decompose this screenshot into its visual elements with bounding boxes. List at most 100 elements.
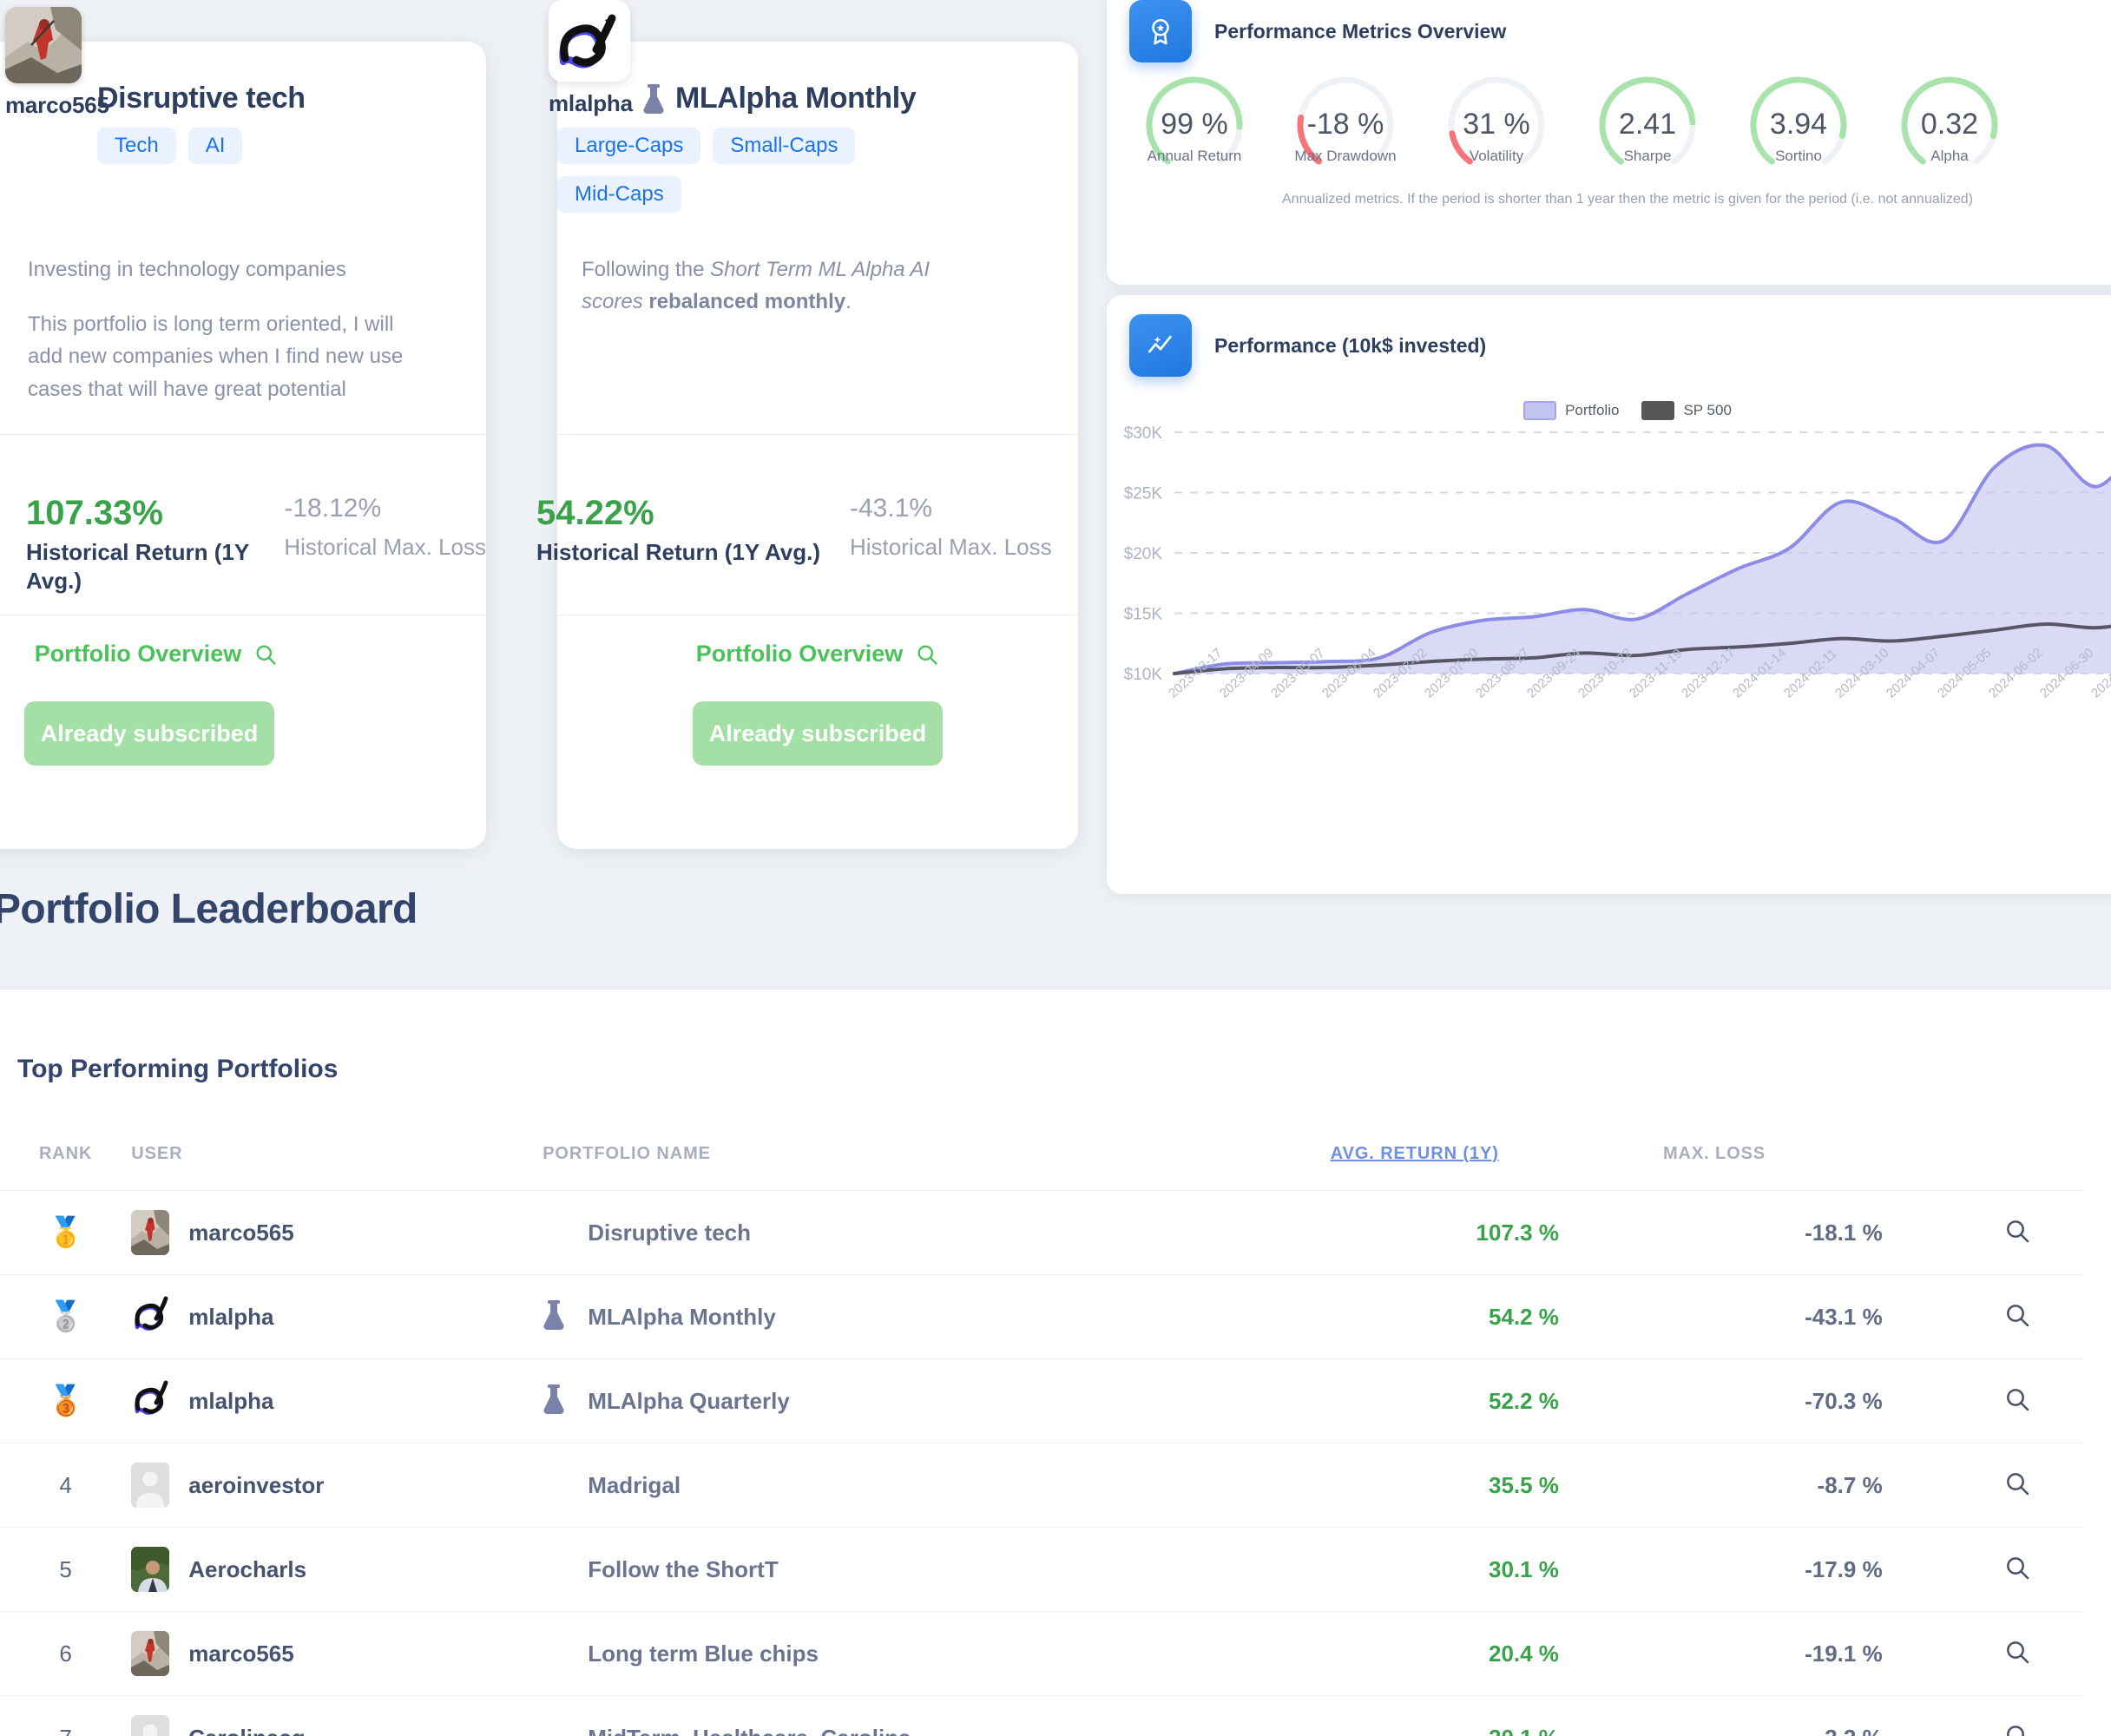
avg-return-value: 107.3 % [1476, 1219, 1559, 1246]
search-icon[interactable] [2003, 1556, 2031, 1585]
cell-user[interactable]: mlalpha [131, 1274, 543, 1359]
desc-pre: Following the [582, 258, 711, 281]
search-icon[interactable] [2003, 1304, 2031, 1332]
tag-small-caps[interactable]: Small-Caps [713, 128, 856, 164]
cell-user[interactable]: marco565 [131, 1190, 543, 1275]
tag-tech[interactable]: Tech [97, 128, 176, 164]
max-loss-value: -19.1 % [1805, 1640, 1883, 1667]
svg-text:$20K: $20K [1124, 545, 1163, 563]
portfolio-overview-link[interactable]: Portfolio Overview [0, 641, 312, 667]
max-loss-value: -8.7 % [1817, 1471, 1883, 1498]
cell-user[interactable]: Aerocharls [131, 1527, 543, 1612]
cell-max-loss: -19.1 % [1662, 1611, 1952, 1696]
cell-portfolio-name[interactable]: MidTerm_Healthcare_Carolina [543, 1695, 1331, 1736]
divider-top [0, 434, 486, 435]
card-tags: Large-Caps Small-Caps Mid-Caps [557, 128, 974, 213]
chart-canvas: $10K $15K $20K $25K $30K [1124, 424, 2111, 684]
cell-portfolio-name[interactable]: Long term Blue chips [543, 1611, 1331, 1696]
cell-rank: 6 [0, 1611, 132, 1696]
avg-return-value: 30.1 % [1488, 1555, 1559, 1582]
cell-actions[interactable] [1951, 1274, 2083, 1359]
portfolio-card-disruptive-tech[interactable]: marco565 Disruptive tech Tech AI Investi… [0, 7, 486, 849]
table-row[interactable]: 🥉 mlalpha MLAlpha Quarterly 52.2 % -70.3 % [0, 1358, 2083, 1443]
cell-actions[interactable] [1951, 1443, 2083, 1528]
cell-portfolio-name[interactable]: Disruptive tech [543, 1190, 1331, 1275]
chart-x-axis-labels: 2023-03-17 2023-04-09 2023-05-07 2023-06-04… [1166, 646, 2111, 794]
table-row[interactable]: 6 marco565 Long term Blue chips 20.4 % -19.1… [0, 1611, 2083, 1696]
tag-mid-caps[interactable]: Mid-Caps [557, 176, 681, 213]
perf-panel-header: Performance (10k$ invested) [1107, 295, 2111, 377]
cell-portfolio-name[interactable]: Follow the ShortT [543, 1527, 1331, 1612]
table-row[interactable]: 🥈 mlalpha MLAlpha Monthly 54.2 % -43.1 % [0, 1274, 2083, 1359]
portfolio-cards-strip: marco565 Disruptive tech Tech AI Investi… [0, 0, 1107, 894]
stat-return-value: 107.33% [26, 494, 163, 532]
cell-portfolio-name[interactable]: Madrigal [543, 1443, 1331, 1528]
card-description-line2: This portfolio is long term oriented, I … [28, 312, 404, 401]
avg-return-value: 20.1 % [1489, 1725, 1559, 1736]
col-user[interactable]: USER [131, 1128, 543, 1191]
col-max-loss[interactable]: MAX. LOSS [1663, 1128, 1952, 1191]
svg-text:$10K: $10K [1124, 666, 1163, 684]
cell-actions[interactable] [1951, 1695, 2083, 1736]
search-icon[interactable] [2003, 1388, 2031, 1417]
col-avg-return[interactable]: AVG. RETURN (1Y) [1331, 1128, 1663, 1191]
search-icon[interactable] [2003, 1641, 2031, 1669]
metrics-panel-title: Performance Metrics Overview [1214, 19, 1507, 43]
rank-number: 4 [59, 1471, 72, 1498]
cell-actions[interactable] [1951, 1190, 2083, 1275]
gauge-value: -18 % [1306, 108, 1384, 141]
search-icon [256, 645, 276, 665]
rank-medal-icon: 🥇 [47, 1216, 84, 1249]
portfolio-card-mlalpha-monthly[interactable]: mlalpha MLAlpha Monthly Large-Caps Small… [536, 0, 1078, 849]
already-subscribed-button[interactable]: Already subscribed [693, 701, 943, 766]
cell-rank: 4 [0, 1443, 132, 1528]
gauge-value: 2.41 [1618, 108, 1677, 141]
table-row[interactable]: 5 Aerocharls Follow the ShortT 30.1 % -17.9 … [0, 1527, 2083, 1612]
legend-label-portfolio: Portfolio [1565, 402, 1620, 418]
cell-portfolio-name[interactable]: MLAlpha Quarterly [543, 1358, 1331, 1443]
table-row[interactable]: 4 aeroinvestor Madrigal 35.5 % -8.7 % [0, 1443, 2083, 1528]
already-subscribed-button[interactable]: Already subscribed [24, 701, 274, 766]
cell-max-loss: -43.1 % [1662, 1274, 1952, 1359]
gauge-sharpe: 2.41 Sharpe [1579, 71, 1716, 188]
app-root: marco565 Disruptive tech Tech AI Investi… [0, 0, 2111, 1736]
gauge-label: Volatility [1469, 148, 1524, 164]
search-icon[interactable] [2003, 1220, 2031, 1248]
tag-large-caps[interactable]: Large-Caps [557, 128, 701, 164]
tag-ai[interactable]: AI [187, 128, 243, 164]
cell-user[interactable]: mlalpha [131, 1358, 543, 1443]
gauge-value: 3.94 [1769, 108, 1828, 141]
cell-actions[interactable] [1951, 1527, 2083, 1612]
divider-top [557, 434, 1078, 435]
cell-user[interactable]: marco565 [131, 1611, 543, 1696]
desc-strong: rebalanced monthly [648, 290, 846, 314]
perf-panel-title: Performance (10k$ invested) [1214, 333, 1487, 357]
rank-number: 6 [59, 1640, 72, 1667]
legend-item-portfolio[interactable]: Portfolio [1523, 401, 1619, 420]
legend-item-sp500[interactable]: SP 500 [1641, 401, 1732, 420]
card-user-block[interactable]: marco565 [5, 7, 109, 119]
table-row[interactable]: 7 Carolinacg MidTerm_Healthcare_Carolina 20… [0, 1695, 2083, 1736]
user-name: Aerocharls [188, 1555, 307, 1582]
stat-return-label: Historical Return (1Y Avg.) [536, 539, 820, 565]
cell-actions[interactable] [1951, 1358, 2083, 1443]
cell-portfolio-name[interactable]: MLAlpha Monthly [543, 1274, 1331, 1359]
portfolio-overview-link[interactable]: Portfolio Overview [661, 641, 974, 667]
col-rank[interactable]: RANK [0, 1128, 131, 1191]
cell-user[interactable]: Carolinacg [131, 1695, 543, 1736]
performance-chart-panel: Performance (10k$ invested) Portfolio SP… [1107, 295, 2111, 894]
stat-loss-value: -43.1% [850, 494, 933, 523]
cell-user[interactable]: aeroinvestor [131, 1443, 543, 1528]
award-badge-icon [1129, 0, 1192, 62]
cell-actions[interactable] [1951, 1611, 2083, 1696]
leaderboard-table-head: RANK USER PORTFOLIO NAME AVG. RETURN (1Y… [0, 1128, 2083, 1191]
chart-legend: Portfolio SP 500 [1107, 401, 2111, 420]
legend-swatch-sp500 [1641, 401, 1675, 420]
card-user-block[interactable]: mlalpha [549, 0, 633, 117]
max-loss-value: -3.2 % [1818, 1725, 1883, 1736]
table-row[interactable]: 🥇 marco565 Disruptive tech 107.3 % -18.1 % [0, 1190, 2083, 1275]
col-portfolio-name[interactable]: PORTFOLIO NAME [543, 1128, 1331, 1191]
performance-chart[interactable]: Portfolio SP 500 $10K $15K $20K $25K $30K 20… [1107, 401, 2111, 794]
svg-text:$30K: $30K [1124, 425, 1163, 443]
search-icon[interactable] [2003, 1472, 2031, 1501]
